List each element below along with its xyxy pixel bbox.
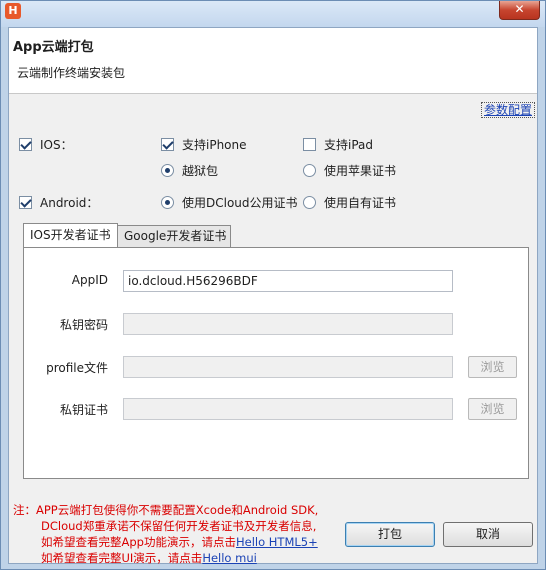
- own-cert-radio-row[interactable]: 使用自有证书: [303, 194, 396, 210]
- tab-google-cert[interactable]: Google开发者证书: [117, 225, 231, 247]
- note-line-4: 如希望查看完整UI演示，请点击Hello mui: [13, 550, 343, 566]
- android-checkbox[interactable]: [19, 195, 32, 209]
- cert-panel: AppID io.dcloud.H56296BDF 私钥密码 profile文件…: [23, 247, 529, 479]
- support-iphone-checkbox[interactable]: [161, 137, 174, 151]
- pack-button[interactable]: 打包: [345, 522, 435, 547]
- private-cert-browse-button[interactable]: 浏览: [468, 398, 517, 420]
- dialog-window: H ✕ App云端打包 云端制作终端安装包 参数配置 IOS： 支持iPhone…: [0, 0, 546, 570]
- appid-input[interactable]: io.dcloud.H56296BDF: [123, 270, 453, 292]
- ios-checkbox-row[interactable]: IOS：: [19, 136, 73, 152]
- note-line-1: 注：APP云端打包使得你不需要配置Xcode和Android SDK,: [13, 503, 319, 517]
- jailbreak-radio[interactable]: [161, 163, 174, 177]
- hbuilder-app-icon: H: [5, 3, 21, 19]
- close-icon: ✕: [514, 2, 525, 16]
- page-subtitle: 云端制作终端安装包: [17, 66, 126, 80]
- android-checkbox-row[interactable]: Android：: [19, 194, 98, 210]
- android-label: Android：: [40, 195, 99, 210]
- note-line-3-text: 如希望查看完整App功能演示，请点击: [41, 535, 236, 549]
- support-iphone-label: 支持iPhone: [182, 137, 247, 152]
- jailbreak-radio-row[interactable]: 越狱包: [161, 162, 218, 178]
- dcloud-cert-radio-row[interactable]: 使用DCloud公用证书: [161, 194, 298, 210]
- title-bar: H ✕: [1, 1, 545, 27]
- own-cert-radio[interactable]: [303, 195, 316, 209]
- profile-label: profile文件: [46, 361, 108, 375]
- hello-html5plus-link[interactable]: Hello HTML5+: [236, 535, 318, 549]
- private-cert-label: 私钥证书: [59, 403, 108, 417]
- info-note: 注：APP云端打包使得你不需要配置Xcode和Android SDK, DClo…: [13, 502, 343, 566]
- tab-ios-cert[interactable]: IOS开发者证书: [23, 223, 118, 247]
- support-ipad-row[interactable]: 支持iPad: [303, 136, 373, 152]
- dialog-header: App云端打包 云端制作终端安装包: [9, 28, 537, 94]
- cancel-button[interactable]: 取消: [443, 522, 533, 547]
- settings-link[interactable]: 参数配置: [481, 102, 536, 118]
- own-cert-label: 使用自有证书: [324, 195, 397, 210]
- dcloud-cert-radio[interactable]: [161, 195, 174, 209]
- profile-input[interactable]: [123, 356, 453, 378]
- note-line-4-text: 如希望查看完整UI演示，请点击: [41, 551, 203, 565]
- dcloud-cert-label: 使用DCloud公用证书: [182, 195, 298, 210]
- support-iphone-row[interactable]: 支持iPhone: [161, 136, 247, 152]
- hello-mui-link[interactable]: Hello mui: [202, 551, 257, 565]
- appid-label: AppID: [71, 273, 108, 287]
- profile-browse-button[interactable]: 浏览: [468, 356, 517, 378]
- apple-cert-radio-row[interactable]: 使用苹果证书: [303, 162, 396, 178]
- page-title: App云端打包: [13, 40, 94, 55]
- key-password-input[interactable]: [123, 313, 453, 335]
- close-button[interactable]: ✕: [499, 1, 540, 20]
- dialog-body: App云端打包 云端制作终端安装包 参数配置 IOS： 支持iPhone 支持i…: [8, 27, 538, 566]
- note-line-2: DCloud郑重承诺不保留任何开发者证书及开发者信息,: [41, 519, 317, 533]
- apple-cert-radio[interactable]: [303, 163, 316, 177]
- support-ipad-checkbox[interactable]: [303, 137, 316, 151]
- apple-cert-label: 使用苹果证书: [324, 163, 397, 178]
- ios-checkbox[interactable]: [19, 137, 32, 151]
- support-ipad-label: 支持iPad: [324, 137, 374, 152]
- private-cert-input[interactable]: [123, 398, 453, 420]
- jailbreak-label: 越狱包: [182, 163, 219, 178]
- key-password-label: 私钥密码: [59, 318, 108, 332]
- ios-label: IOS：: [40, 137, 73, 152]
- note-line-3: 如希望查看完整App功能演示，请点击Hello HTML5+: [13, 534, 343, 550]
